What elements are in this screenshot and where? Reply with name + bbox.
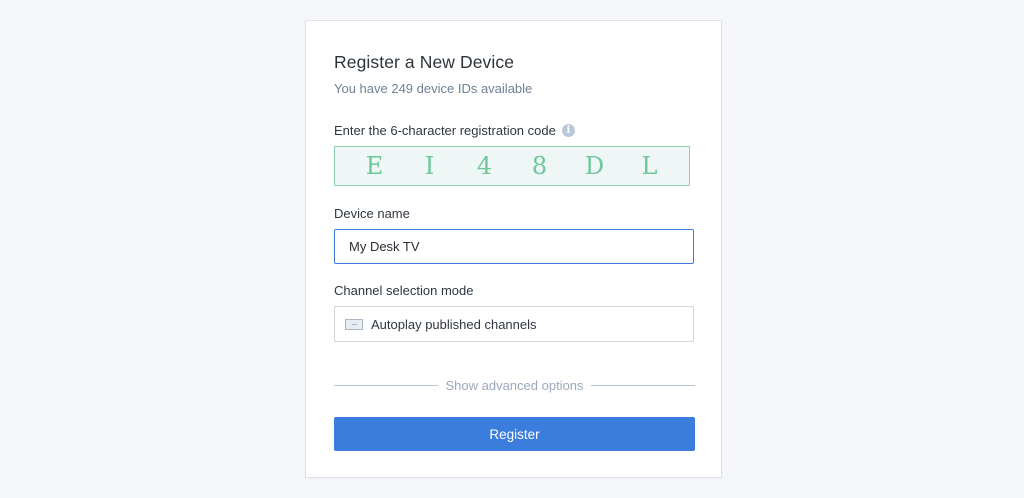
code-char-6: L	[641, 152, 658, 180]
registration-code-box[interactable]: E I 4 8 D L	[334, 146, 690, 186]
show-advanced-options[interactable]: Show advanced options	[334, 378, 696, 393]
code-char-1: E	[365, 152, 384, 180]
device-name-input[interactable]	[334, 229, 694, 264]
available-ids-text: You have 249 device IDs available	[334, 81, 533, 96]
code-char-5: D	[584, 152, 605, 180]
info-icon[interactable]: i	[561, 124, 575, 137]
form-title: Register a New Device	[334, 52, 515, 72]
code-char-2: I	[424, 152, 435, 180]
registration-code-label: Enter the 6-character registration code …	[334, 123, 695, 138]
code-char-4: 8	[531, 152, 548, 180]
channel-mode-select[interactable]: Autoplay published channels	[334, 306, 694, 342]
divider-left	[334, 385, 439, 386]
register-device-card: Register a New Device You have 249 devic…	[305, 20, 722, 478]
playlist-icon	[345, 318, 363, 330]
registration-code-label-text: Enter the 6-character registration code	[334, 123, 556, 138]
register-button[interactable]: Register	[334, 417, 695, 451]
channel-mode-value: Autoplay published channels	[371, 316, 537, 332]
code-char-3: 4	[476, 152, 493, 180]
device-name-label: Device name	[334, 206, 410, 221]
channel-mode-label: Channel selection mode	[334, 283, 474, 298]
advanced-options-link[interactable]: Show advanced options	[438, 378, 590, 393]
divider-right	[590, 385, 696, 386]
